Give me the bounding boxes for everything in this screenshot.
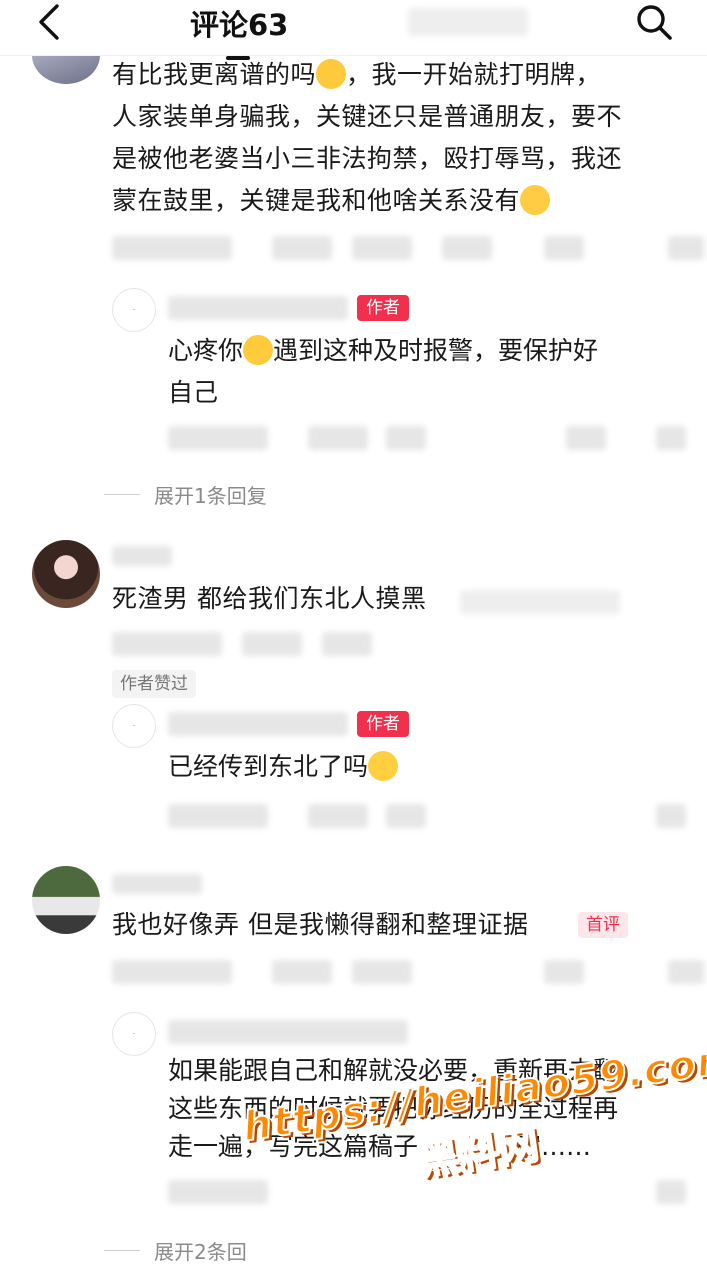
reply-text: 如果能跟自己和解就没必要，重新再去翻 这些东西的时候就要把你经历的全过程再 走一…: [168, 1056, 619, 1161]
blurred-username: [112, 546, 172, 566]
reply-meta-row: [168, 1176, 688, 1212]
comment-meta-row: [112, 628, 392, 664]
avatar[interactable]: [32, 540, 100, 608]
blurred-username: [112, 874, 202, 894]
author-avatar[interactable]: ·: [112, 704, 156, 748]
reply-meta-row: [168, 422, 688, 458]
comment-meta-row: [112, 956, 704, 992]
hugging-face-icon: [243, 335, 274, 365]
expand-replies-button[interactable]: 展开1条回复: [104, 480, 267, 509]
reply-text: 心疼你 遇到这种及时报警，要保护好 自己: [168, 335, 599, 407]
comment-text: 死渣男 都给我们东北人摸黑: [112, 584, 427, 613]
comment-text: 我也好像弄 但是我懒得翻和整理证据: [112, 910, 529, 939]
expand-replies-button[interactable]: 展开2条回: [104, 1236, 247, 1265]
back-button[interactable]: [30, 2, 70, 42]
author-liked-badge: 作者赞过: [112, 670, 196, 698]
blurred-header-text: [408, 8, 528, 36]
reply-meta-row: [168, 800, 688, 836]
author-avatar[interactable]: ·: [112, 288, 156, 332]
search-icon: [637, 5, 672, 40]
author-badge: 作者: [357, 711, 409, 737]
author-badge: 作者: [357, 295, 409, 321]
comment-text: 有比我更离谱的吗 ，我一开始就打明牌， 人家装单身骗我，关键还只是普通朋友，要不 …: [112, 59, 623, 215]
blurred-author-name: [168, 1020, 408, 1044]
top-bar: 评论63: [0, 0, 707, 56]
blurred-translate-hint: [460, 590, 620, 614]
reply-text: 已经传到东北了吗: [168, 748, 399, 786]
pleading-face-icon: [368, 751, 399, 781]
chevron-left-icon: [39, 4, 59, 40]
comment-meta-row: [112, 232, 704, 268]
search-button[interactable]: [632, 0, 676, 44]
first-comment-badge: 首评: [578, 912, 628, 938]
page-title: 评论63: [190, 8, 289, 42]
anxious-face-icon: [520, 185, 551, 215]
avatar[interactable]: [32, 866, 100, 934]
crying-face-icon: [316, 59, 347, 89]
blurred-author-name: [168, 712, 348, 736]
author-avatar[interactable]: ·: [112, 1012, 156, 1056]
blurred-author-name: [168, 296, 348, 320]
